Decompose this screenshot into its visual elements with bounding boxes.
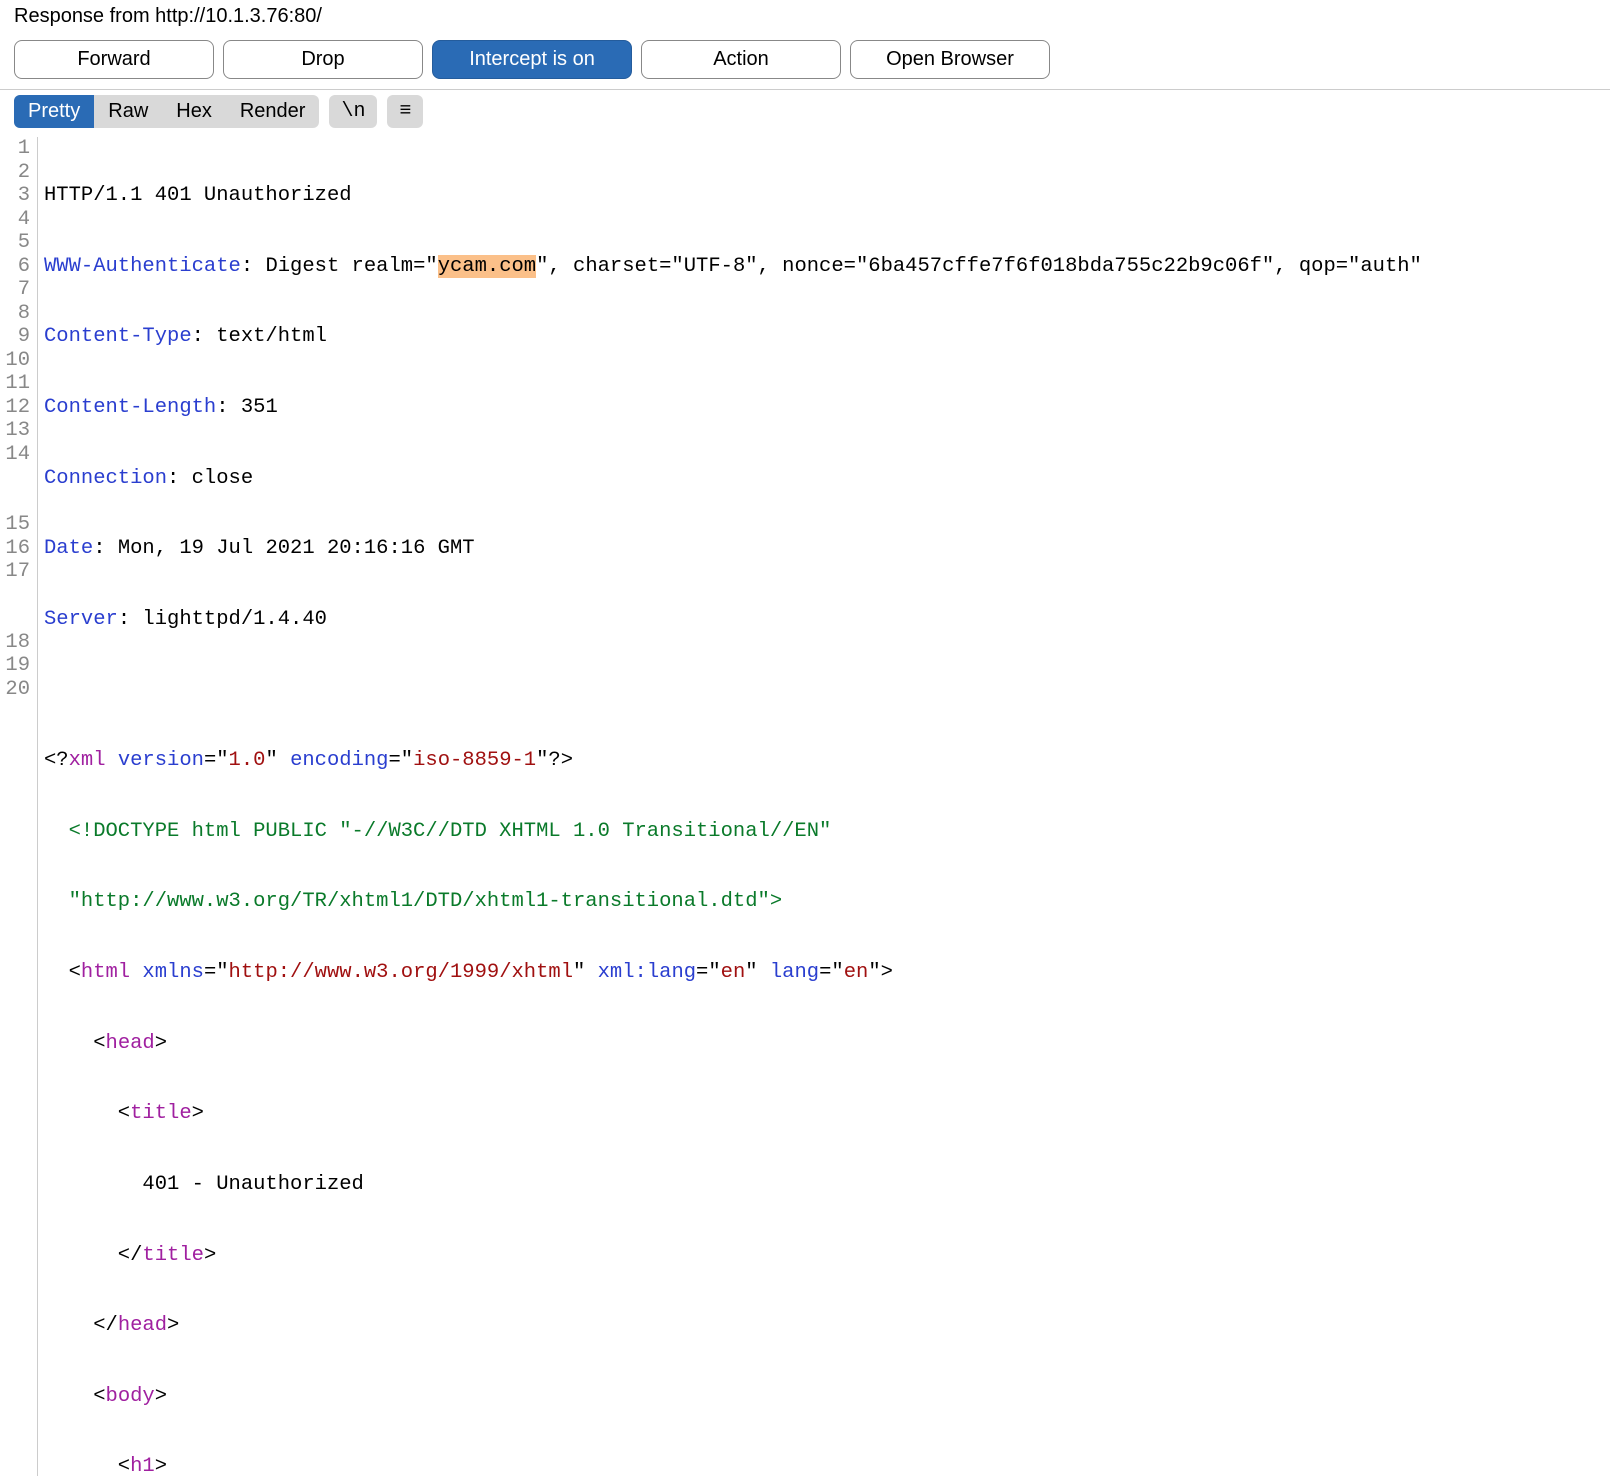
code-area[interactable]: 1234567891011121314151617181920 HTTP/1.1… — [0, 133, 1610, 1476]
open-browser-button[interactable]: Open Browser — [850, 40, 1050, 79]
view-tab-bar: Pretty Raw Hex Render — [14, 95, 319, 128]
code-line: WWW-Authenticate: Digest realm="ycam.com… — [44, 255, 1422, 279]
code-line: </head> — [44, 1314, 1422, 1338]
view-toolbar: Pretty Raw Hex Render \n ≡ — [0, 90, 1610, 133]
code-line: Content-Length: 351 — [44, 396, 1422, 420]
code-line: Content-Type: text/html — [44, 325, 1422, 349]
action-buttons: Forward Drop Intercept is on Action Open… — [14, 40, 1596, 79]
tab-raw[interactable]: Raw — [94, 95, 162, 128]
code-line: Connection: close — [44, 467, 1422, 491]
code-line: Date: Mon, 19 Jul 2021 20:16:16 GMT — [44, 537, 1422, 561]
code-line: <html xmlns="http://www.w3.org/1999/xhtm… — [44, 961, 1422, 985]
code-line: 401 - Unauthorized — [44, 1173, 1422, 1197]
header-bar: Response from http://10.1.3.76:80/ Forwa… — [0, 0, 1610, 90]
hamburger-icon[interactable]: ≡ — [387, 95, 423, 128]
code-line: <head> — [44, 1032, 1422, 1056]
code-line: HTTP/1.1 401 Unauthorized — [44, 184, 1422, 208]
code-line: <!DOCTYPE html PUBLIC "-//W3C//DTD XHTML… — [44, 820, 1422, 844]
code-line: <h1> — [44, 1455, 1422, 1476]
code-line: Server: lighttpd/1.4.40 — [44, 608, 1422, 632]
tab-render[interactable]: Render — [226, 95, 320, 128]
line-gutter: 1234567891011121314151617181920 — [0, 137, 38, 1476]
code-line: "http://www.w3.org/TR/xhtml1/DTD/xhtml1-… — [44, 890, 1422, 914]
newline-toggle[interactable]: \n — [329, 95, 377, 128]
code-line: <?xml version="1.0" encoding="iso-8859-1… — [44, 749, 1422, 773]
tab-hex[interactable]: Hex — [162, 95, 226, 128]
drop-button[interactable]: Drop — [223, 40, 423, 79]
forward-button[interactable]: Forward — [14, 40, 214, 79]
code-line: <body> — [44, 1385, 1422, 1409]
code-line — [44, 679, 1422, 703]
intercept-toggle-button[interactable]: Intercept is on — [432, 40, 632, 79]
page-title: Response from http://10.1.3.76:80/ — [14, 5, 1596, 28]
code-line: <title> — [44, 1102, 1422, 1126]
action-button[interactable]: Action — [641, 40, 841, 79]
tab-pretty[interactable]: Pretty — [14, 95, 94, 128]
highlighted-realm: ycam.com — [438, 255, 536, 278]
code-line: </title> — [44, 1244, 1422, 1268]
code-lines: HTTP/1.1 401 Unauthorized WWW-Authentica… — [38, 137, 1422, 1476]
